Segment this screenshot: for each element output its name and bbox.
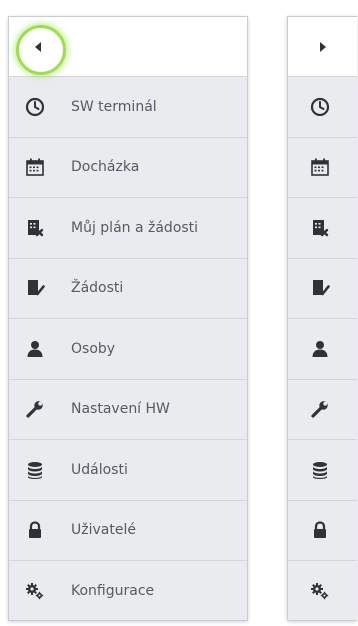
sidebar-item-muj-plan-collapsed[interactable] [288, 198, 357, 259]
sidebar-item-zadosti[interactable]: Žádosti [9, 259, 247, 319]
person-icon [310, 339, 330, 359]
database-icon [25, 460, 45, 480]
sidebar-item-osoby[interactable]: Osoby [9, 319, 247, 380]
requests-icon [25, 278, 45, 298]
sidebar-item-label: Nastavení HW [71, 401, 170, 418]
caret-right-icon [319, 42, 327, 52]
collapse-menu-button[interactable] [16, 25, 66, 75]
clock-icon [25, 97, 45, 117]
sidebar-item-label: Osoby [71, 340, 116, 357]
sidebar-item-konfigurace[interactable]: Konfigurace [9, 561, 247, 620]
wrench-icon [25, 399, 45, 419]
calendar-icon [310, 157, 330, 177]
sidebar-item-muj-plan[interactable]: Můj plán a žádosti [9, 198, 247, 259]
gears-icon [25, 581, 45, 601]
lock-icon [25, 520, 45, 540]
requests-icon [310, 278, 330, 298]
sidebar-item-dochazka-collapsed[interactable] [288, 138, 357, 198]
clock-icon [310, 97, 330, 117]
sidebar-collapsed [287, 16, 357, 621]
sidebar-item-zadosti-collapsed[interactable] [288, 259, 357, 319]
sidebar-item-nastaveni-hw[interactable]: Nastavení HW [9, 380, 247, 440]
calendar-icon [25, 157, 45, 177]
sidebar-expanded: SW terminál Docházka Můj plán a žádosti … [8, 16, 248, 621]
sidebar-item-dochazka[interactable]: Docházka [9, 138, 247, 198]
sidebar-item-nastaveni-hw-collapsed[interactable] [288, 380, 357, 440]
plan-requests-icon [310, 218, 330, 238]
sidebar-item-label: Uživatelé [71, 522, 136, 539]
wrench-icon [310, 399, 330, 419]
sidebar-item-sw-terminal-collapsed[interactable] [288, 77, 357, 138]
sidebar-item-udalosti[interactable]: Události [9, 440, 247, 501]
sidebar-item-label: Můj plán a žádosti [71, 219, 199, 236]
sidebar-item-label: SW terminál [71, 98, 157, 115]
sidebar-item-konfigurace-collapsed[interactable] [288, 561, 357, 620]
caret-left-icon [34, 42, 42, 52]
sidebar-toggle-row [9, 17, 247, 77]
database-icon [310, 460, 330, 480]
sidebar-item-uzivatele-collapsed[interactable] [288, 501, 357, 561]
expand-menu-button[interactable] [310, 34, 336, 60]
sidebar-item-label: Žádosti [71, 280, 124, 297]
sidebar-item-udalosti-collapsed[interactable] [288, 440, 357, 501]
gears-icon [310, 581, 330, 601]
sidebar-toggle-row [288, 17, 357, 77]
plan-requests-icon [25, 218, 45, 238]
person-icon [25, 339, 45, 359]
sidebar-item-uzivatele[interactable]: Uživatelé [9, 501, 247, 561]
menu-comparison: SW terminál Docházka Můj plán a žádosti … [0, 0, 358, 626]
sidebar-item-sw-terminal[interactable]: SW terminál [9, 77, 247, 138]
sidebar-item-label: Konfigurace [71, 583, 155, 600]
sidebar-item-label: Docházka [71, 159, 140, 176]
sidebar-item-label: Události [71, 461, 128, 478]
sidebar-item-osoby-collapsed[interactable] [288, 319, 357, 380]
lock-icon [310, 520, 330, 540]
